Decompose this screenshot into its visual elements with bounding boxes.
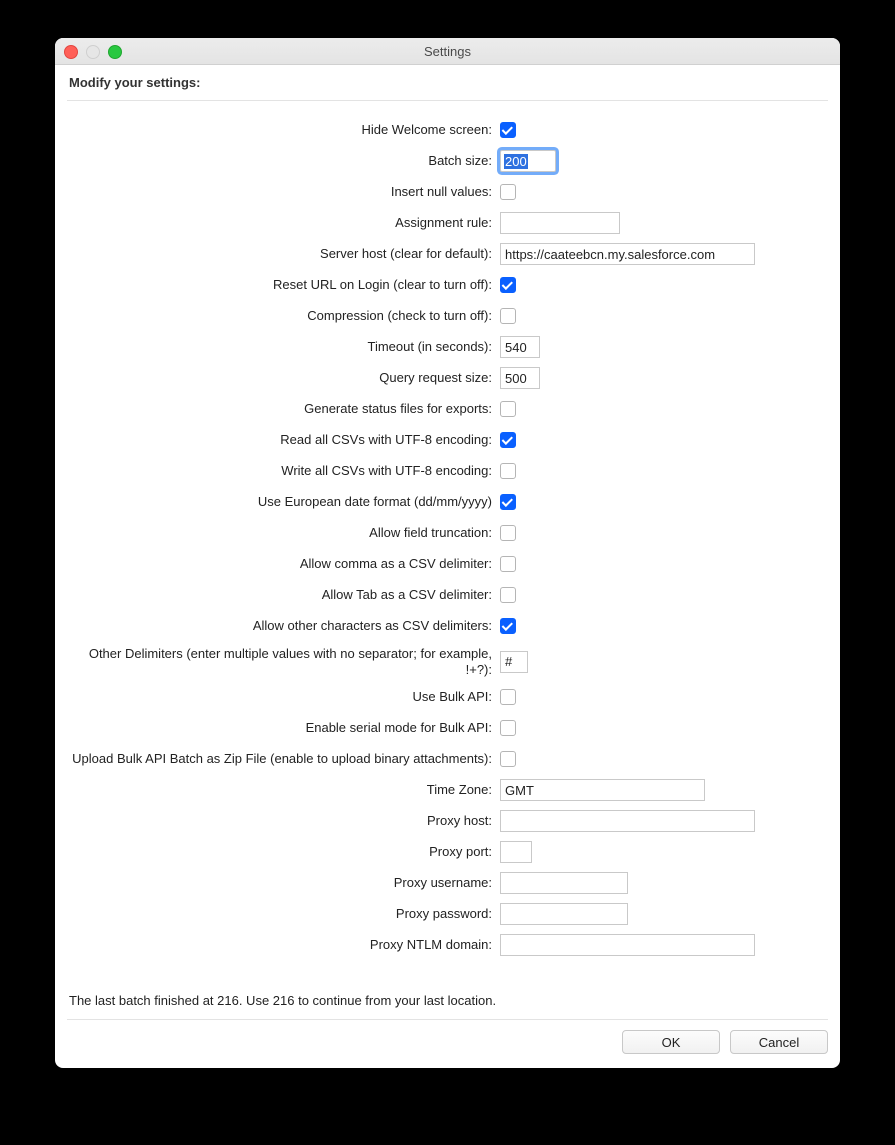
proxy-ntlm-input[interactable] [500,934,755,956]
gen-status-files-label: Generate status files for exports: [67,401,500,417]
insert-null-checkbox[interactable] [500,184,516,200]
field-truncation-label: Allow field truncation: [67,525,500,541]
assignment-rule-label: Assignment rule: [67,215,500,231]
write-utf8-label: Write all CSVs with UTF-8 encoding: [67,463,500,479]
timeout-input[interactable] [500,336,540,358]
assignment-rule-input[interactable] [500,212,620,234]
reset-url-label: Reset URL on Login (clear to turn off): [67,277,500,293]
compression-label: Compression (check to turn off): [67,308,500,324]
proxy-host-input[interactable] [500,810,755,832]
tab-delim-checkbox[interactable] [500,587,516,603]
proxy-ntlm-label: Proxy NTLM domain: [67,937,500,953]
page-subtitle: Modify your settings: [55,65,840,100]
titlebar: Settings [55,38,840,65]
euro-date-label: Use European date format (dd/mm/yyyy) [67,494,500,510]
other-delim-chars-label: Other Delimiters (enter multiple values … [67,646,500,677]
reset-url-checkbox[interactable] [500,277,516,293]
zip-bulk-checkbox[interactable] [500,751,516,767]
ok-button[interactable]: OK [622,1030,720,1054]
batch-size-input[interactable]: 200 [500,150,556,172]
proxy-password-input[interactable] [500,903,628,925]
close-icon[interactable] [64,45,78,59]
cancel-button[interactable]: Cancel [730,1030,828,1054]
tab-delim-label: Allow Tab as a CSV delimiter: [67,587,500,603]
comma-delim-checkbox[interactable] [500,556,516,572]
batch-size-label: Batch size: [67,153,500,169]
window-title: Settings [424,44,471,59]
timeout-label: Timeout (in seconds): [67,339,500,355]
other-delim-checkbox[interactable] [500,618,516,634]
query-request-size-label: Query request size: [67,370,500,386]
insert-null-label: Insert null values: [67,184,500,200]
gen-status-files-checkbox[interactable] [500,401,516,417]
zoom-icon[interactable] [108,45,122,59]
proxy-port-input[interactable] [500,841,532,863]
hide-welcome-label: Hide Welcome screen: [67,122,500,138]
time-zone-input[interactable] [500,779,705,801]
settings-window: Settings Modify your settings: Hide Welc… [55,38,840,1068]
euro-date-checkbox[interactable] [500,494,516,510]
query-request-size-input[interactable] [500,367,540,389]
time-zone-label: Time Zone: [67,782,500,798]
other-delim-chars-input[interactable] [500,651,528,673]
minimize-icon [86,45,100,59]
window-controls [64,45,122,59]
server-host-label: Server host (clear for default): [67,246,500,262]
read-utf8-label: Read all CSVs with UTF-8 encoding: [67,432,500,448]
proxy-username-label: Proxy username: [67,875,500,891]
hide-welcome-checkbox[interactable] [500,122,516,138]
settings-form: Hide Welcome screen: Batch size: 200 Ins… [55,101,840,1011]
dialog-footer: OK Cancel [67,1019,828,1068]
use-bulk-checkbox[interactable] [500,689,516,705]
field-truncation-checkbox[interactable] [500,525,516,541]
comma-delim-label: Allow comma as a CSV delimiter: [67,556,500,572]
proxy-username-input[interactable] [500,872,628,894]
serial-bulk-label: Enable serial mode for Bulk API: [67,720,500,736]
serial-bulk-checkbox[interactable] [500,720,516,736]
proxy-host-label: Proxy host: [67,813,500,829]
proxy-port-label: Proxy port: [67,844,500,860]
zip-bulk-label: Upload Bulk API Batch as Zip File (enabl… [67,751,500,767]
compression-checkbox[interactable] [500,308,516,324]
write-utf8-checkbox[interactable] [500,463,516,479]
proxy-password-label: Proxy password: [67,906,500,922]
server-host-input[interactable] [500,243,755,265]
read-utf8-checkbox[interactable] [500,432,516,448]
last-batch-status: The last batch finished at 216. Use 216 … [67,983,828,1011]
use-bulk-label: Use Bulk API: [67,689,500,705]
other-delim-label: Allow other characters as CSV delimiters… [67,618,500,634]
